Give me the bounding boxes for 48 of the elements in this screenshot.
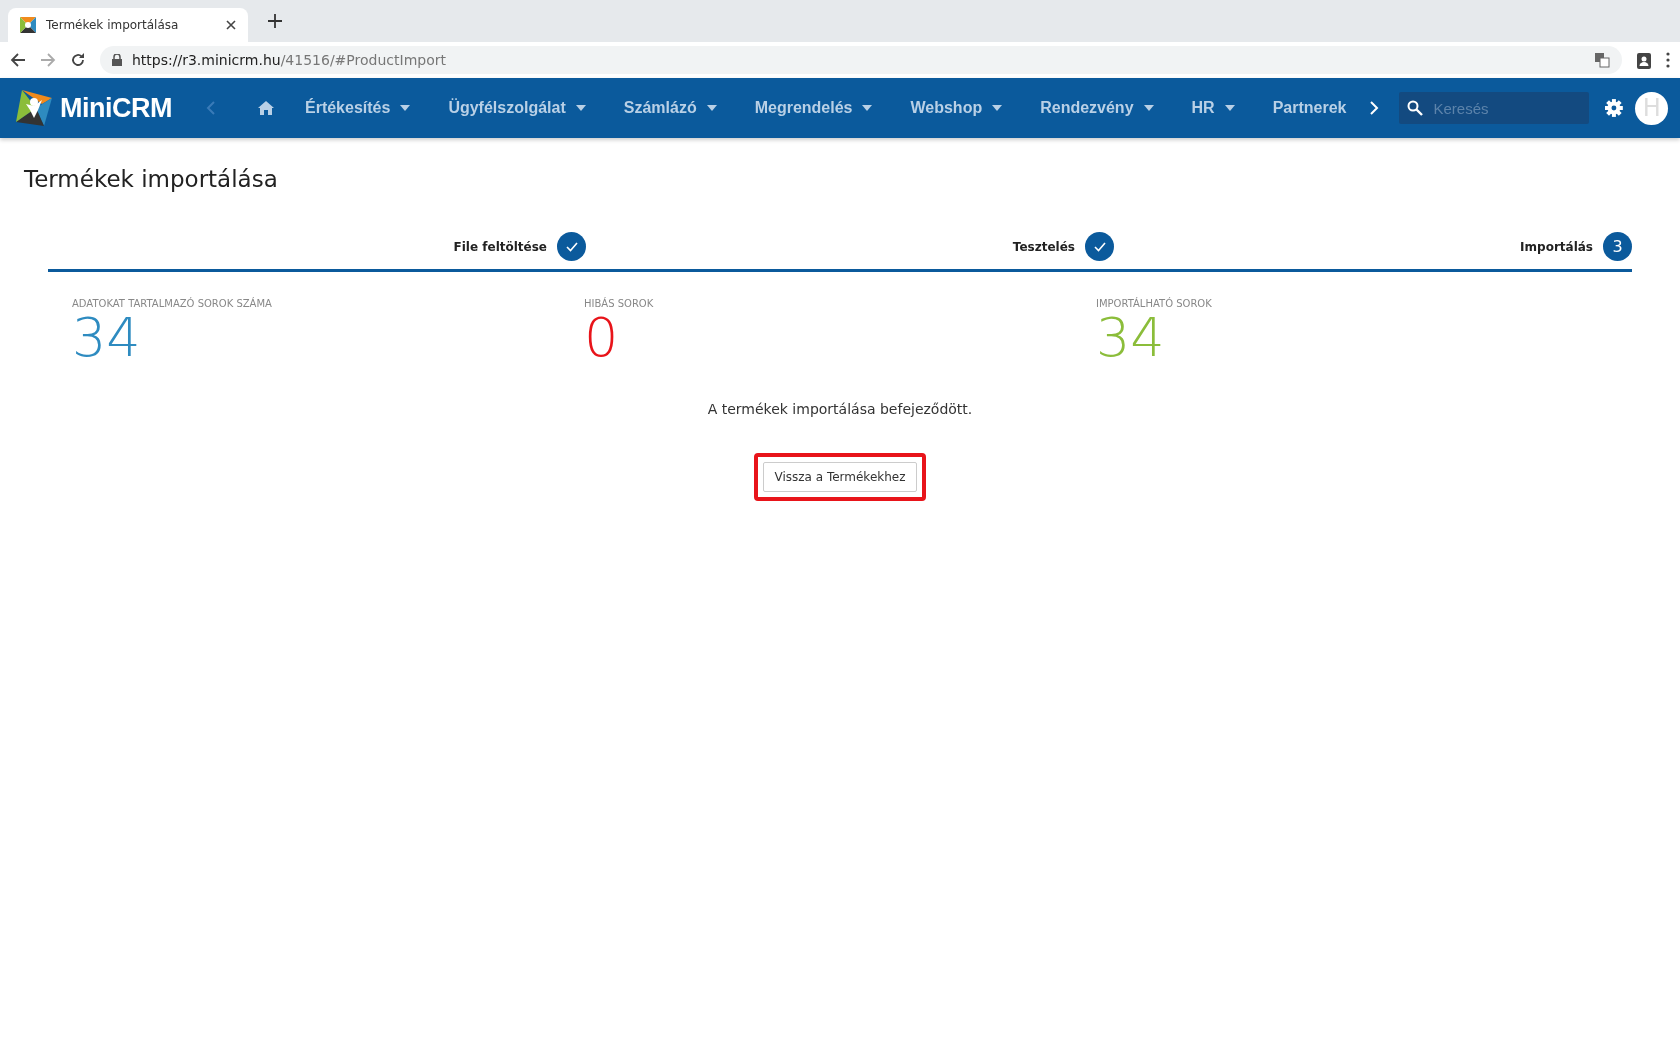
browser-tab[interactable]: Termékek importálása bbox=[8, 8, 248, 42]
home-icon[interactable] bbox=[258, 101, 274, 115]
nav-menu-item[interactable]: Értékesítés bbox=[286, 99, 430, 117]
plus-icon[interactable] bbox=[268, 14, 282, 28]
search-icon bbox=[1407, 100, 1424, 116]
caret-icon bbox=[575, 105, 586, 111]
translate-icon[interactable] bbox=[1594, 52, 1610, 68]
caret-icon bbox=[1224, 105, 1235, 111]
nav-menu-item[interactable]: Rendezvény bbox=[1021, 99, 1173, 117]
back-icon[interactable] bbox=[10, 52, 26, 68]
more-icon[interactable] bbox=[1666, 52, 1670, 68]
caret-icon bbox=[1143, 105, 1154, 111]
step-label: Tesztelés bbox=[1012, 239, 1075, 254]
back-to-products-button[interactable]: Vissza a Termékekhez bbox=[763, 462, 917, 492]
lock-icon bbox=[112, 54, 122, 66]
caret-icon bbox=[706, 105, 717, 111]
nav-menu-item[interactable]: Partnerek bbox=[1253, 99, 1366, 117]
reload-icon[interactable] bbox=[70, 52, 86, 68]
tab-title: Termékek importálása bbox=[46, 18, 180, 32]
caret-icon bbox=[400, 105, 411, 111]
nav-menu-item[interactable]: Megrendelés bbox=[735, 99, 892, 117]
page-title: Termékek importálása bbox=[24, 166, 279, 192]
url-text: https://r3.minicrm.hu/41516/#ProductImport bbox=[132, 52, 447, 68]
status-message: A termékek importálása befejeződött. bbox=[707, 401, 973, 417]
nav-menu-item[interactable]: Ügyfélszolgálat bbox=[429, 99, 605, 117]
close-icon[interactable] bbox=[226, 20, 236, 30]
clipboard-icon[interactable] bbox=[1636, 51, 1652, 69]
address-bar[interactable]: https://r3.minicrm.hu/41516/#ProductImport bbox=[100, 46, 1622, 74]
stat-value: 0 bbox=[584, 311, 619, 365]
nav-menu-item[interactable]: HR bbox=[1172, 99, 1254, 117]
stat-label: IMPORTÁLHATÓ SOROK bbox=[1096, 298, 1213, 309]
logo-icon bbox=[20, 17, 36, 33]
caret-icon bbox=[862, 105, 873, 111]
step-number: 3 bbox=[1603, 232, 1632, 261]
stat-label: ADATOKAT TARTALMAZÓ SOROK SZÁMA bbox=[72, 298, 273, 309]
nav-menu-item[interactable]: Webshop bbox=[891, 99, 1022, 117]
logo-icon bbox=[14, 88, 54, 128]
logo-text: MiniCRM bbox=[60, 92, 172, 124]
chevron-right-icon[interactable] bbox=[1369, 100, 1380, 116]
stat-value: 34 bbox=[72, 311, 141, 365]
step-label: File feltöltése bbox=[453, 239, 547, 254]
settings-icon[interactable] bbox=[1605, 99, 1624, 117]
search-field[interactable]: Keresés bbox=[1399, 92, 1590, 124]
step-label: Importálás bbox=[1520, 239, 1593, 254]
nav-menu-item[interactable]: Számlázó bbox=[604, 99, 736, 117]
caret-icon bbox=[992, 105, 1003, 111]
stat-value: 34 bbox=[1096, 311, 1165, 365]
stat-label: HIBÁS SOROK bbox=[584, 298, 655, 309]
